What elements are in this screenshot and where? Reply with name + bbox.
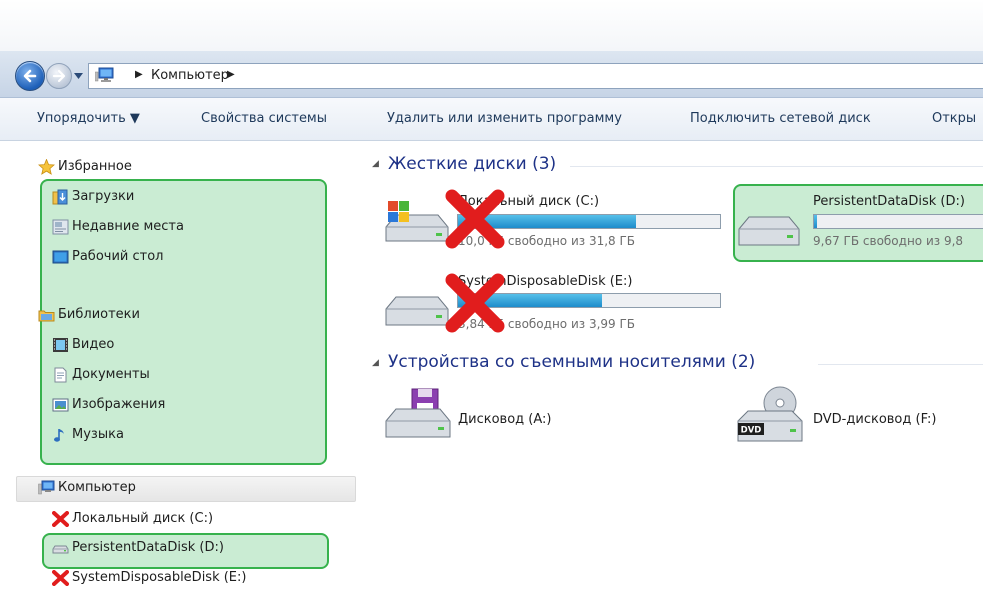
navigation-pane: Избранное Загрузки Недавние места Рабочи… [0, 141, 360, 598]
organize-button[interactable]: Упорядочить ▼ [37, 111, 140, 126]
group-header-removable[interactable]: Устройства со съемными носителями (2) [388, 352, 755, 372]
drive-icon [52, 545, 69, 554]
floppy-drive-icon [385, 388, 451, 438]
drive-icon [738, 216, 800, 246]
downloads-icon [52, 189, 68, 205]
arrow-left-icon [23, 69, 37, 83]
drive-name: PersistentDataDisk (D:) [813, 194, 965, 209]
collapse-triangle-icon[interactable]: ◢ [372, 159, 379, 169]
address-bar-row: ▶ Компьютер ▶ [0, 51, 983, 98]
nav-item-label: Документы [72, 367, 150, 382]
video-icon [53, 338, 68, 352]
command-bar: Упорядочить ▼ Свойства системы Удалить и… [0, 98, 983, 141]
nav-item-label: Загрузки [72, 189, 135, 204]
crossed-drive-icon [52, 511, 69, 527]
nav-libraries-label: Библиотеки [58, 307, 140, 322]
recent-places-icon [52, 219, 69, 235]
nav-item-label: Видео [72, 337, 115, 352]
recent-pages-dropdown-icon[interactable] [74, 73, 83, 79]
dvd-drive-icon: DVD [737, 386, 803, 442]
system-drive-icon [385, 201, 449, 242]
arrow-right-icon [52, 69, 66, 83]
nav-item-label: SystemDisposableDisk (E:) [72, 570, 247, 585]
computer-icon [95, 67, 114, 82]
window-top-area [0, 0, 983, 51]
forward-button[interactable] [46, 63, 72, 89]
dvd-badge: DVD [741, 426, 762, 436]
nav-item-label: Недавние места [72, 219, 184, 234]
content-pane: ◢ Жесткие диски (3) Локальный диск (C:) … [360, 141, 983, 598]
images-icon [52, 398, 69, 412]
red-x-mark-icon [445, 273, 505, 333]
group-divider [570, 166, 983, 167]
drive-icon [385, 296, 449, 326]
breadcrumb-separator-icon[interactable]: ▶ [227, 69, 235, 80]
documents-icon [54, 367, 67, 383]
nav-favorites-label: Избранное [58, 159, 132, 174]
desktop-icon [52, 250, 69, 264]
uninstall-program-button[interactable]: Удалить или изменить программу [387, 111, 622, 126]
back-button[interactable] [15, 61, 45, 91]
nav-item-label: Рабочий стол [72, 249, 164, 264]
libraries-icon [38, 310, 55, 322]
capacity-bar [813, 214, 983, 229]
address-box[interactable]: ▶ Компьютер ▶ [88, 63, 983, 89]
music-icon [54, 429, 64, 442]
device-name: Дисковод (A:) [458, 412, 552, 427]
computer-icon [38, 480, 55, 495]
group-header-hard-disks[interactable]: Жесткие диски (3) [388, 154, 556, 174]
nav-item-label: Локальный диск (C:) [72, 511, 214, 526]
nav-item-label: Изображения [72, 397, 166, 412]
open-control-panel-button[interactable]: Откры [932, 111, 976, 126]
nav-computer-label: Компьютер [58, 480, 136, 495]
device-name: DVD-дисковод (F:) [813, 412, 937, 427]
capacity-bar-fill [814, 215, 818, 228]
nav-item-label: Музыка [72, 427, 124, 442]
system-properties-button[interactable]: Свойства системы [201, 111, 327, 126]
drive-free-space: 9,67 ГБ свободно из 9,8 [813, 234, 964, 248]
group-divider [818, 364, 983, 365]
star-icon [38, 159, 55, 175]
collapse-triangle-icon[interactable]: ◢ [372, 358, 379, 368]
map-network-drive-button[interactable]: Подключить сетевой диск [690, 111, 871, 126]
breadcrumb-computer[interactable]: Компьютер [151, 68, 229, 83]
breadcrumb-separator-icon[interactable]: ▶ [135, 69, 143, 80]
nav-item-label: PersistentDataDisk (D:) [72, 540, 224, 555]
red-x-mark-icon [445, 189, 505, 249]
crossed-drive-icon [52, 570, 69, 586]
